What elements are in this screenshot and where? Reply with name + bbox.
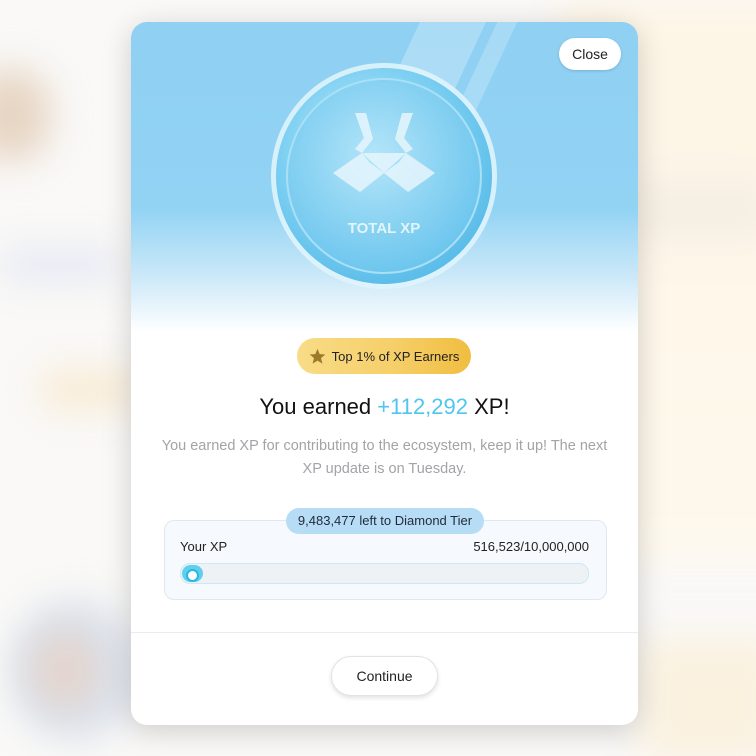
xp-progress-knob [185, 569, 199, 582]
tier-remaining-pill: 9,483,477 left to Diamond Tier [286, 508, 484, 534]
badge-label: Top 1% of XP Earners [331, 348, 460, 364]
xp-amount: +112,292 [377, 394, 469, 419]
headline-suffix: XP! [468, 394, 510, 419]
continue-button[interactable]: Continue [331, 656, 438, 696]
close-button[interactable]: Close [559, 38, 621, 70]
total-xp-coin: TOTAL XP [271, 63, 497, 289]
footer-divider [131, 632, 638, 633]
xp-description: You earned XP for contributing to the ec… [161, 438, 608, 477]
top-earner-badge: Top 1% of XP Earners [297, 338, 471, 374]
your-xp-label: Your XP [180, 539, 228, 554]
coin-label: TOTAL XP [348, 220, 421, 237]
star-icon [309, 348, 325, 364]
xp-progress-bar [180, 563, 589, 584]
xp-earned-modal: Close TOTAL XP Top 1% of XP Earners You … [131, 22, 638, 725]
xp-headline: You earned +112,292 XP! [131, 394, 638, 420]
headline-prefix: You earned [259, 394, 378, 419]
xp-fraction: 516,523/10,000,000 [473, 539, 589, 554]
